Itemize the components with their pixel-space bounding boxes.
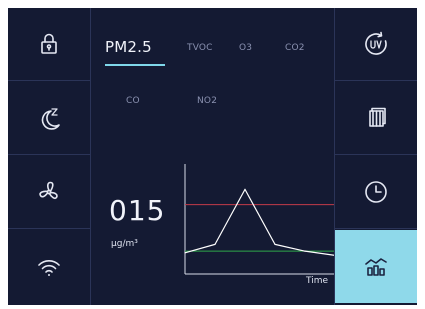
chart-button[interactable] [335,230,417,303]
filter-button[interactable] [335,82,417,155]
chart-icon [365,257,387,276]
data-point-1 [184,252,186,254]
timer-button[interactable] [335,156,417,229]
reading-value: 015 [109,194,166,227]
data-point-2 [214,243,216,245]
sleep-mode-button[interactable] [8,82,90,155]
filter-icon [369,107,386,127]
data-point-3 [244,188,246,190]
fan-button[interactable] [8,156,90,229]
data-point-4 [274,243,276,245]
tab-pm25[interactable]: PM2.5 [105,38,152,56]
tab-no2[interactable]: NO2 [197,96,217,106]
main-panel: PM2.5 TVOC O3 CO2 CO NO2 015 μg/m³ Time [91,8,335,305]
trend-chart [184,164,335,275]
lock-button[interactable] [8,8,90,81]
clock-icon [365,181,387,203]
fan-icon [39,181,58,200]
uv-button[interactable] [335,8,417,81]
reading-unit: μg/m³ [111,239,138,249]
x-axis-label: Time [306,276,329,286]
wifi-icon [38,259,60,276]
right-sidebar [334,8,417,305]
active-tab-underline [105,64,165,66]
lock-icon [41,33,57,54]
uv-icon [365,31,387,55]
tab-tvoc[interactable]: TVOC [187,43,213,53]
device-screen: PM2.5 TVOC O3 CO2 CO NO2 015 μg/m³ Time [8,8,417,305]
tab-co[interactable]: CO [126,96,140,106]
tab-o3[interactable]: O3 [239,43,252,53]
left-sidebar [8,8,91,305]
data-point-5 [304,250,306,252]
sleep-moon-icon [41,108,60,130]
tab-co2[interactable]: CO2 [285,43,305,53]
wifi-button[interactable] [8,230,90,303]
series-line-1 [184,188,335,256]
